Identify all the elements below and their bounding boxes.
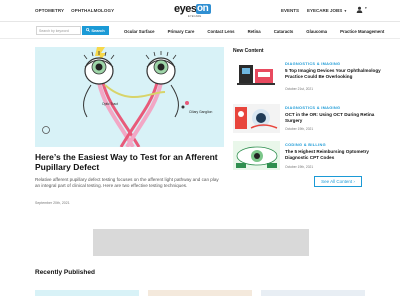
search-button[interactable]: Search xyxy=(82,26,109,35)
hero-image[interactable]: Optic Tract Ciliary Ganglion xyxy=(35,47,224,147)
see-all-content-button[interactable]: See All Content › xyxy=(314,176,362,187)
top-bar: OPTOMETRY OPHTHALMOLOGY eyes on EYECARE … xyxy=(0,0,400,22)
list-item[interactable]: DIAGNOSTICS & IMAGING 5 Top Imaging Devi… xyxy=(233,60,393,91)
article-title[interactable]: OCT in the OR: Using OCT During Retina S… xyxy=(285,112,385,123)
chevron-down-icon: ▾ xyxy=(344,9,347,13)
cat-retina[interactable]: Retina xyxy=(248,29,261,34)
logo-tagline: EYECARE xyxy=(188,15,202,18)
search-input[interactable]: Search by keyword xyxy=(36,26,81,35)
imaging-devices-image xyxy=(233,60,280,89)
right-nav: EVENTS EYECARE JOBS ▾ xyxy=(281,8,346,13)
recent-card-thumbnail[interactable] xyxy=(35,290,139,296)
eye-pathway-illustration xyxy=(35,47,224,147)
article-category[interactable]: CODING & BILLING xyxy=(285,142,326,147)
logo-badge: on xyxy=(196,3,211,14)
nav-ophthalmology[interactable]: OPHTHALMOLOGY xyxy=(71,8,114,13)
hero-headline[interactable]: Here’s the Easiest Way to Test for an Af… xyxy=(35,152,225,172)
article-category[interactable]: DIAGNOSTICS & IMAGING xyxy=(285,105,340,110)
site-logo[interactable]: eyes on EYECARE xyxy=(174,3,212,19)
retina-surgery-image xyxy=(233,104,280,133)
search-button-label: Search xyxy=(91,28,105,33)
nav-optometry[interactable]: OPTOMETRY xyxy=(35,8,64,13)
article-thumbnail[interactable] xyxy=(233,60,280,89)
list-item[interactable]: CODING & BILLING The 5 Highest Reimbursi… xyxy=(233,141,393,171)
label-ciliary-ganglion: Ciliary Ganglion xyxy=(189,110,213,114)
article-thumbnail[interactable] xyxy=(233,104,280,133)
search-placeholder: Search by keyword xyxy=(39,29,69,33)
cat-contact-lens[interactable]: Contact Lens xyxy=(207,29,234,34)
ad-placeholder xyxy=(93,229,309,256)
article-category[interactable]: DIAGNOSTICS & IMAGING xyxy=(285,61,340,66)
nav-eyecare-jobs[interactable]: EYECARE JOBS ▾ xyxy=(307,8,346,13)
hero-date: September 20th, 2021 xyxy=(35,201,70,205)
list-item[interactable]: DIAGNOSTICS & IMAGING OCT in the OR: Usi… xyxy=(233,104,393,134)
logo-badge-text: on xyxy=(197,3,209,14)
recent-card-thumbnail[interactable] xyxy=(148,290,252,296)
cat-practice-management[interactable]: Practice Management xyxy=(340,29,384,34)
article-title[interactable]: The 5 Highest Reimbursing Optometry Diag… xyxy=(285,149,385,160)
hero-description: Relative afferent pupillary defect testi… xyxy=(35,177,219,189)
cat-ocular-surface[interactable]: Ocular Surface xyxy=(124,29,155,34)
recently-published-heading: Recently Published xyxy=(35,269,95,276)
search-icon xyxy=(86,28,91,33)
user-icon xyxy=(356,6,365,15)
category-nav: Ocular Surface Primary Care Contact Lens… xyxy=(124,29,397,34)
cat-glaucoma[interactable]: Glaucoma xyxy=(306,29,327,34)
nav-jobs-label: EYECARE JOBS xyxy=(307,8,343,13)
user-menu[interactable]: ▾ xyxy=(356,6,367,15)
label-optic-tract: Optic Tract xyxy=(102,102,118,106)
top-nav: OPTOMETRY OPHTHALMOLOGY xyxy=(35,8,114,13)
new-content-heading: New Content xyxy=(233,48,264,54)
article-title[interactable]: 5 Top Imaging Devices Your Ophthalmology… xyxy=(285,68,385,79)
cat-cataracts[interactable]: Cataracts xyxy=(274,29,294,34)
article-thumbnail[interactable] xyxy=(233,141,280,170)
nav-events[interactable]: EVENTS xyxy=(281,8,299,13)
recent-card-thumbnail[interactable] xyxy=(261,290,365,296)
cpt-codes-image xyxy=(233,141,280,170)
logo-wordmark: eyes xyxy=(174,3,197,15)
article-date: October 21st, 2021 xyxy=(285,87,314,91)
category-bar: Search by keyword Search Ocular Surface … xyxy=(0,23,400,39)
user-menu-caret-icon: ▾ xyxy=(364,6,367,10)
cat-primary-care[interactable]: Primary Care xyxy=(168,29,195,34)
article-date: October 19th, 2021 xyxy=(285,165,314,169)
article-date: October 19th, 2021 xyxy=(285,127,314,131)
